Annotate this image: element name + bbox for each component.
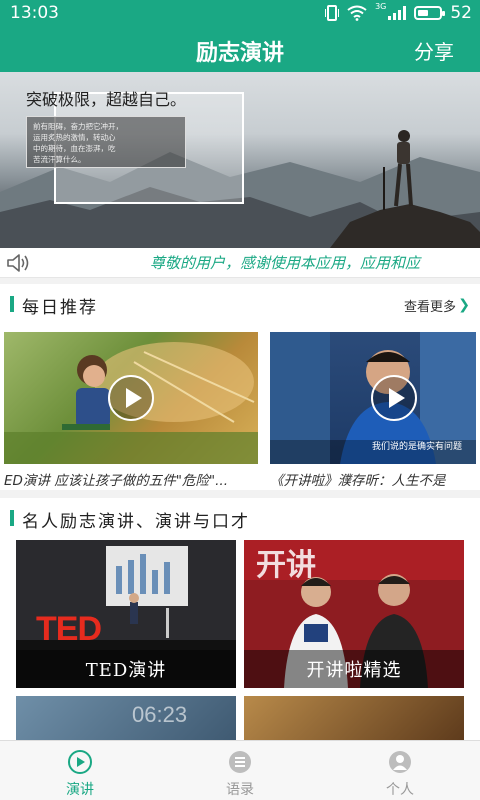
play-circle-icon <box>68 750 92 774</box>
video-caption[interactable]: 《开讲啦》濮存昕：人生不是 <box>270 464 476 490</box>
phone-clock-text: 06:23 <box>132 702 188 727</box>
list-icon <box>229 751 251 773</box>
wifi-icon <box>347 5 367 21</box>
status-time: 13:03 <box>10 3 59 23</box>
nav-label: 个人 <box>386 782 414 798</box>
nav-item-profile[interactable]: 个人 <box>360 749 440 799</box>
video-subtitle: 我们说的是确实有问题 <box>371 442 462 452</box>
chevron-right-icon[interactable]: ❯ <box>458 297 470 313</box>
kaijiangla-logo: 开讲 <box>256 548 316 583</box>
share-button[interactable]: 分享 <box>414 36 454 65</box>
nav-item-quotes[interactable]: 语录 <box>200 749 280 799</box>
nav-label: 语录 <box>226 782 254 798</box>
video-tile[interactable]: 06:23 <box>16 696 236 740</box>
status-icons: 3G 52 <box>325 3 472 23</box>
play-icon[interactable] <box>370 375 417 421</box>
daily-section: 每日推荐 查看更多 ❯ ED演讲 应该让孩子做的五件"危险"... 我们说的是确… <box>0 284 480 490</box>
play-icon[interactable] <box>108 375 154 421</box>
tile-label: TED演讲 <box>85 660 167 681</box>
famous-header: 名人励志演讲、演讲与口才 <box>0 498 480 538</box>
kaijiangla-tile[interactable]: 开讲 开讲啦精选 <box>244 540 464 688</box>
banner-line: 运用炙热的激情，转动心 <box>33 133 116 142</box>
section-accent-bar <box>10 510 14 526</box>
notice-marquee[interactable]: 尊敬的用户，感谢使用本应用，应用和应 <box>0 248 480 278</box>
video-thumbnail[interactable]: 我们说的是确实有问题 <box>270 332 476 464</box>
section-accent-bar <box>10 296 14 312</box>
page-title: 励志演讲 <box>195 41 284 66</box>
network-type: 3G <box>375 2 387 11</box>
banner-line: 前有阻碍，奋力把它冲开， <box>33 122 123 131</box>
speaker-icon <box>7 254 29 272</box>
signal-icon <box>388 6 407 20</box>
vibrate-icon <box>325 5 340 21</box>
nav-label: 演讲 <box>66 782 94 798</box>
battery-icon <box>414 6 446 20</box>
daily-card[interactable]: 我们说的是确实有问题 《开讲啦》濮存昕：人生不是 <box>270 332 476 490</box>
notice-text: 尊敬的用户，感谢使用本应用，应用和应 <box>150 254 421 272</box>
daily-card[interactable]: ED演讲 应该让孩子做的五件"危险"... <box>4 332 258 490</box>
video-caption[interactable]: ED演讲 应该让孩子做的五件"危险"... <box>4 464 258 490</box>
banner-line: 苦流汗算什么。 <box>33 155 86 164</box>
battery-percent: 52 <box>450 3 472 23</box>
see-more-link[interactable]: 查看更多 <box>404 296 456 315</box>
app-header: 励志演讲 分享 <box>0 26 480 72</box>
status-bar: 13:03 3G 52 <box>0 0 480 26</box>
bottom-nav: 演讲 语录 个人 <box>0 740 480 800</box>
daily-title: 每日推荐 <box>22 298 98 318</box>
video-tile[interactable] <box>244 696 464 740</box>
banner-quote-card: 前有阻碍，奋力把它冲开， 运用炙热的激情，转动心 中的期待，血在澎湃，吃 苦流汗… <box>26 116 186 168</box>
video-thumbnail[interactable] <box>4 332 258 464</box>
banner-line: 中的期待，血在澎湃，吃 <box>33 144 116 153</box>
battery-fill <box>418 10 429 16</box>
famous-section: 名人励志演讲、演讲与口才 TED TED演讲 开讲 开讲啦精选 06:23 <box>0 498 480 740</box>
famous-title: 名人励志演讲、演讲与口才 <box>22 512 250 532</box>
banner-carousel[interactable]: 突破极限，超越自己。 前有阻碍，奋力把它冲开， 运用炙热的激情，转动心 中的期待… <box>0 72 480 248</box>
banner-headline: 突破极限，超越自己。 <box>26 90 187 109</box>
ted-tile[interactable]: TED TED演讲 <box>16 540 236 688</box>
nav-item-speech[interactable]: 演讲 <box>40 749 120 799</box>
daily-header: 每日推荐 查看更多 ❯ <box>0 284 480 324</box>
person-icon <box>389 751 411 773</box>
tile-label: 开讲啦精选 <box>306 660 402 681</box>
ted-logo: TED <box>36 610 102 648</box>
